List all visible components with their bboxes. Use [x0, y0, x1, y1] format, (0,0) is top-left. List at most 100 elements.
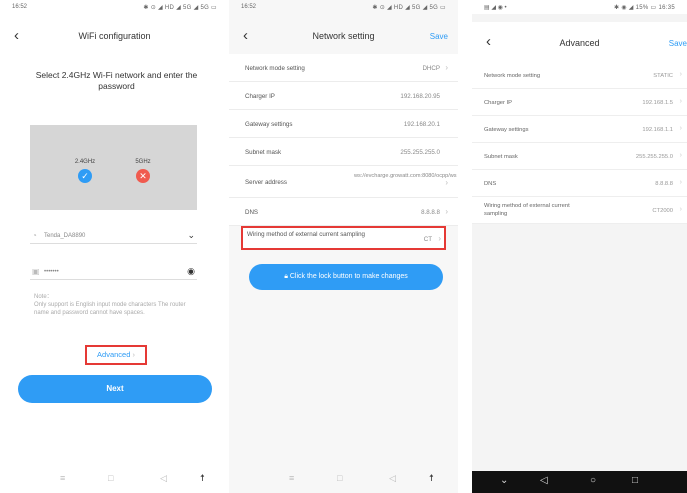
band-5ghz-label: 5GHz — [135, 159, 151, 165]
back-icon[interactable]: ◁ — [389, 473, 396, 484]
row-value: 8.8.8.8 — [421, 209, 440, 216]
nav-bar: ⌄ ◁ ○ □ — [472, 471, 687, 493]
chevron-right-icon: › — [679, 71, 682, 78]
home-icon[interactable]: □ — [108, 473, 113, 483]
chevron-right-icon: › — [679, 206, 682, 213]
row-wiring-method[interactable]: Wiring method of external current sampli… — [472, 197, 687, 224]
status-bar: 16:52 ✱ ⊙ ◢ HD ◢ 5G ◢ 5G ▭ — [229, 0, 458, 14]
row-server-address[interactable]: Server address ws://evcharge.growatt.com… — [229, 166, 458, 198]
chevron-right-icon: › — [679, 152, 682, 159]
chevron-right-icon: › — [445, 207, 448, 216]
chevron-right-icon: › — [445, 178, 448, 187]
chevron-right-icon: › — [679, 98, 682, 105]
save-button[interactable]: Save — [669, 39, 687, 48]
advanced-screen: ▤ ◢ ◉ • ✱ ◉ ◢ 15% ▭ 16:35 ‹ Advanced Sav… — [472, 0, 687, 493]
accessibility-icon[interactable]: ☨ — [200, 473, 205, 484]
chevron-right-icon: › — [679, 125, 682, 132]
nav-bar: ≡ □ ◁ ☨ — [0, 465, 229, 493]
band-24ghz-label: 2.4GHz — [74, 159, 96, 165]
row-label: Subnet mask — [484, 154, 518, 160]
page-title: Network setting — [312, 31, 375, 41]
settings-list: Network mode setting DHCP › Charger IP 1… — [229, 54, 458, 250]
home-icon[interactable]: ○ — [590, 475, 596, 486]
row-label: DNS — [484, 181, 497, 187]
chevron-right-icon: › — [679, 179, 682, 186]
row-value: 8.8.8.8 — [655, 181, 673, 187]
row-label: Network mode setting — [245, 65, 305, 72]
row-dns[interactable]: DNS 8.8.8.8 › — [229, 198, 458, 226]
password-value: ••••••• — [44, 269, 59, 275]
row-label: Charger IP — [245, 93, 275, 100]
row-network-mode[interactable]: Network mode setting DHCP › — [229, 54, 458, 82]
menu-icon[interactable]: ≡ — [60, 473, 65, 483]
band-24ghz: 2.4GHz ✓ — [70, 159, 100, 183]
row-value: 255.255.255.0 — [635, 154, 673, 160]
wifi-network-name: Tenda_DA8890 — [44, 233, 86, 239]
back-icon[interactable]: ◁ — [540, 475, 548, 486]
row-label: Wiring method of external current sampli… — [484, 203, 570, 217]
save-button[interactable]: Save — [430, 32, 448, 41]
row-label: Network mode setting — [484, 73, 541, 79]
password-field[interactable]: ▣ ••••••• ◉ — [30, 264, 197, 280]
row-label: Gateway settings — [245, 121, 293, 128]
back-icon[interactable]: ◁ — [160, 473, 167, 484]
lock-button-label: Click the lock button to make changes — [289, 273, 408, 280]
row-value: 255.255.255.0 — [400, 149, 440, 156]
row-label: Server address — [245, 179, 287, 186]
status-icons: ✱ ⊙ ◢ HD ◢ 5G ◢ 5G ▭ — [372, 5, 446, 11]
page-title: Advanced — [559, 38, 600, 48]
accessibility-icon[interactable]: ☨ — [429, 473, 434, 484]
lock-button[interactable]: 🔒︎ Click the lock button to make changes — [249, 264, 443, 290]
advanced-label: Advanced — [97, 350, 131, 359]
header: ‹ Advanced Save — [472, 22, 687, 62]
row-dns[interactable]: DNS 8.8.8.8 › — [472, 170, 687, 197]
home-icon[interactable]: □ — [337, 473, 342, 483]
header: ‹ WiFi configuration — [0, 28, 229, 46]
row-gateway[interactable]: Gateway settings 192.168.20.1 — [229, 110, 458, 138]
chevron-down-icon[interactable]: ⌄ — [500, 475, 508, 486]
lock-icon: ▣ — [32, 267, 40, 276]
menu-icon[interactable]: ≡ — [289, 473, 294, 483]
row-subnet-mask[interactable]: Subnet mask 255.255.255.0 — [229, 138, 458, 166]
row-gateway[interactable]: Gateway settings 192.168.1.1 › — [472, 116, 687, 143]
row-value: 192.168.20.1 — [403, 121, 440, 128]
row-label: DNS — [245, 209, 259, 216]
row-label: Subnet mask — [245, 149, 282, 156]
note-text: Note： Only support is English input mode… — [34, 294, 186, 316]
row-charger-ip[interactable]: Charger IP 192.168.20.95 — [229, 82, 458, 110]
nav-bar: ≡ □ ◁ ☨ — [229, 465, 458, 493]
advanced-list: Network mode setting STATIC › Charger IP… — [472, 62, 687, 224]
row-charger-ip[interactable]: Charger IP 192.168.1.5 › — [472, 89, 687, 116]
cross-icon: ✕ — [136, 169, 150, 183]
band-illustration: 2.4GHz ✓ 5GHz ✕ — [30, 125, 197, 210]
advanced-link[interactable]: Advanced › — [85, 345, 147, 365]
status-time: 16:52 — [241, 4, 257, 10]
row-label: Gateway settings — [484, 127, 529, 133]
row-value: 192.168.1.1 — [642, 127, 673, 133]
row-subnet-mask[interactable]: Subnet mask 255.255.255.0 › — [472, 143, 687, 170]
wifi-network-select[interactable]: ◔ Tenda_DA8890 ⌄ — [30, 228, 197, 244]
row-value: ws://evcharge.growatt.com:8080/ocpp/ws — [354, 173, 457, 179]
header: ‹ Network setting Save — [229, 28, 458, 46]
eye-icon[interactable]: ◉ — [187, 266, 195, 277]
status-bar: 16:52 ✱ ⊙ ◢ HD ◢ 5G ◢ 5G ▭ — [0, 0, 229, 14]
status-bar: ▤ ◢ ◉ • ✱ ◉ ◢ 15% ▭ 16:35 — [472, 0, 687, 14]
row-value: CT — [423, 236, 432, 243]
row-value: DHCP — [422, 65, 440, 72]
row-label: Charger IP — [484, 100, 513, 106]
network-setting-screen: 16:52 ✱ ⊙ ◢ HD ◢ 5G ◢ 5G ▭ ‹ Network set… — [229, 0, 458, 493]
next-button[interactable]: Next — [18, 375, 212, 403]
row-value: CT2000 — [652, 208, 673, 214]
row-network-mode[interactable]: Network mode setting STATIC › — [472, 62, 687, 89]
check-icon: ✓ — [78, 169, 92, 183]
chevron-right-icon: › — [132, 350, 135, 359]
row-label: Wiring method of external current sampli… — [247, 231, 365, 238]
status-icons: ✱ ⊙ ◢ HD ◢ 5G ◢ 5G ▭ — [143, 5, 217, 11]
row-wiring-method[interactable]: Wiring method of external current sampli… — [241, 226, 446, 250]
recents-icon[interactable]: □ — [632, 475, 638, 486]
instruction-text: Select 2.4GHz Wi-Fi network and enter th… — [35, 70, 198, 91]
chevron-down-icon[interactable]: ⌄ — [187, 230, 195, 241]
wifi-icon: ◔ — [32, 231, 37, 240]
status-right-icons: ✱ ◉ ◢ 15% ▭ 16:35 — [613, 5, 675, 11]
status-time: 16:52 — [12, 4, 28, 10]
